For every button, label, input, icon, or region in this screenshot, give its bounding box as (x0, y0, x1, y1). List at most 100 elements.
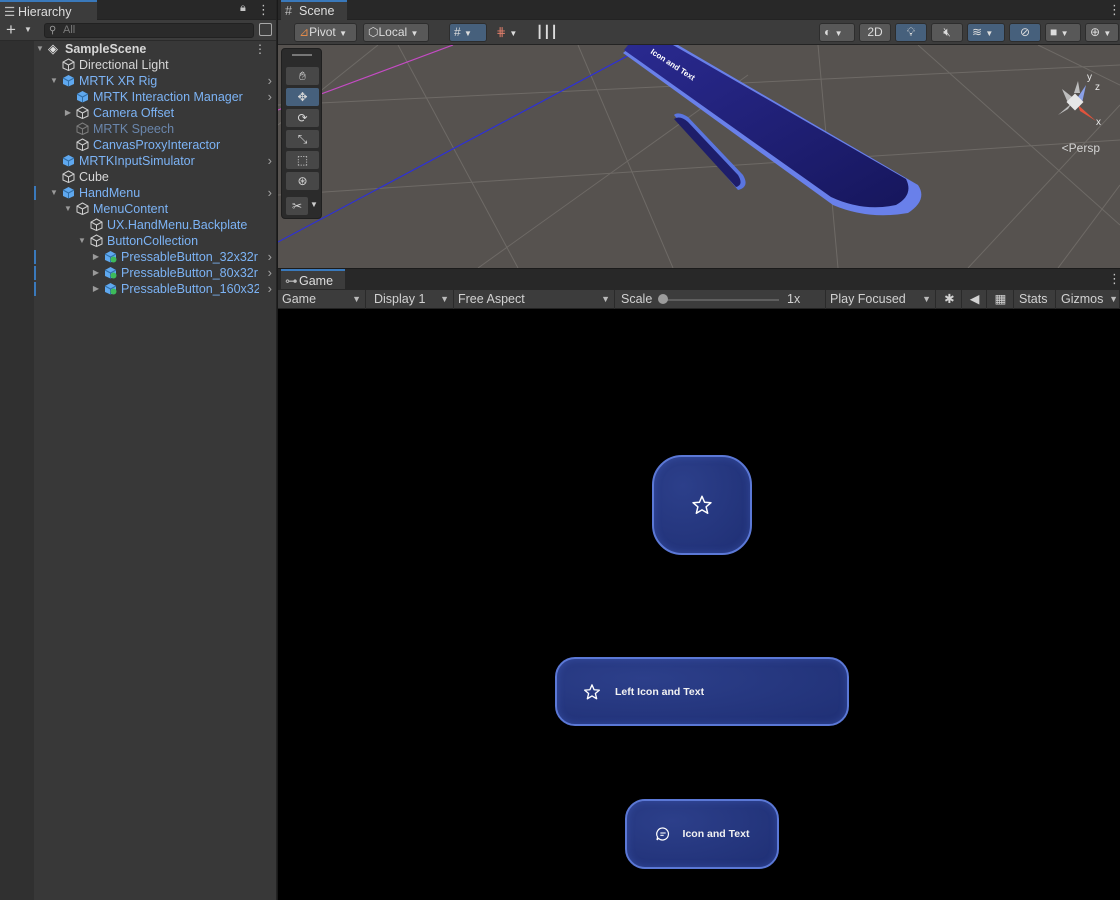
chevron-right-icon[interactable]: › (268, 153, 272, 169)
collapse-arrow-icon[interactable]: ▶ (91, 265, 101, 281)
aspect-dropdown[interactable]: Free Aspect ▼ (454, 290, 615, 309)
rect-tool-button[interactable]: ⬚ (286, 151, 319, 169)
collapse-arrow-icon[interactable]: ▶ (63, 105, 73, 121)
game-mode-dropdown[interactable]: Game ▼ (278, 290, 366, 309)
scene-root-row[interactable]: ▼ ◈ SampleScene ⋮ (0, 41, 276, 57)
axis-gizmo-icon: y z x (1058, 72, 1101, 128)
chevron-down-icon[interactable]: ▼ (24, 25, 32, 34)
chevron-down-icon: ▼ (985, 29, 994, 38)
gameobject-icon (90, 234, 103, 247)
collapse-arrow-icon[interactable]: ▶ (91, 281, 101, 297)
chevron-down-icon: ▼ (834, 29, 843, 38)
custom-tool-button[interactable]: ✂︎ (286, 197, 308, 215)
tree-item-mrtk-input-simulator[interactable]: MRTKInputSimulator › (0, 153, 276, 169)
left-icon-text-button[interactable]: Left Icon and Text (555, 657, 849, 726)
move-tool-button[interactable]: ✥ (286, 88, 319, 106)
lighting-toggle[interactable]: 💡︎ (895, 23, 927, 42)
chevron-right-icon[interactable]: › (268, 265, 272, 281)
hand-tool-button[interactable]: ✋︎ (286, 67, 319, 85)
prefab-variant-icon (104, 267, 117, 279)
tree-item-directional-light[interactable]: Directional Light (0, 57, 276, 73)
scene-visibility-icon[interactable] (259, 23, 272, 36)
chevron-down-icon[interactable]: ▼ (310, 200, 318, 209)
expand-arrow-icon[interactable]: ▼ (63, 201, 73, 217)
expand-arrow-icon[interactable]: ▼ (35, 41, 45, 57)
camera-dropdown[interactable]: ■ ▼ (1045, 23, 1081, 42)
expand-arrow-icon[interactable]: ▼ (49, 73, 59, 89)
local-dropdown[interactable]: ⬡Local ▼ (363, 23, 429, 42)
audio-toggle[interactable]: 🔇︎ (931, 23, 963, 42)
drag-handle-icon[interactable] (292, 54, 312, 56)
tree-item-mrtk-xr-rig[interactable]: ▼ MRTK XR Rig › (0, 73, 276, 89)
gizmos-dropdown[interactable]: Gizmos ▼ (1057, 290, 1120, 309)
rotate-icon: ⟳ (297, 111, 308, 125)
mode-2d-toggle[interactable]: 2D (859, 23, 891, 42)
tree-item-pressable-button-80[interactable]: ▶ PressableButton_80x32r › (0, 265, 276, 281)
scale-slider-track[interactable] (661, 299, 779, 301)
shading-dropdown[interactable]: ◐ ▼ (819, 23, 855, 42)
rotate-tool-button[interactable]: ⟳ (286, 109, 319, 127)
chevron-right-icon[interactable]: › (268, 185, 272, 201)
scene-menu-icon[interactable]: ⋮ (254, 41, 266, 57)
collapse-arrow-icon[interactable]: ▶ (91, 249, 101, 265)
display-dropdown[interactable]: Display 1 ▼ (370, 290, 454, 309)
tab-scene[interactable]: # Scene (281, 0, 347, 20)
tree-item-hand-menu[interactable]: ▼ HandMenu › (0, 185, 276, 201)
ruler-button[interactable]: ┃┃┃ (531, 23, 567, 42)
tree-item-canvas-proxy-interactor[interactable]: CanvasProxyInteractor (0, 137, 276, 153)
gameobject-icon (62, 170, 75, 183)
chevron-right-icon[interactable]: › (268, 89, 272, 105)
hidden-objects-toggle[interactable]: ⊘ (1009, 23, 1041, 42)
layers-icon: ≋ (972, 25, 983, 39)
tree-item-backplate[interactable]: UX.HandMenu.Backplate (0, 217, 276, 233)
scale-tool-button[interactable]: ⤡ (286, 130, 319, 148)
effects-dropdown[interactable]: ≋ ▼ (967, 23, 1005, 42)
stats-button[interactable]: Stats (1015, 290, 1056, 309)
chevron-right-icon[interactable]: › (268, 73, 272, 89)
tab-game[interactable]: ⊶ Game (281, 269, 345, 289)
increment-snap-button[interactable]: ⋕ ▼ (491, 23, 527, 42)
star-icon-button[interactable] (652, 455, 752, 555)
chevron-right-icon[interactable]: › (268, 249, 272, 265)
tree-item-pressable-button-32[interactable]: ▶ PressableButton_32x32r › (0, 249, 276, 265)
pivot-dropdown[interactable]: ⊿Pivot ▼ (294, 23, 357, 42)
tree-item-camera-offset[interactable]: ▶ Camera Offset (0, 105, 276, 121)
tree-item-pressable-button-160[interactable]: ▶ PressableButton_160x32 › (0, 281, 276, 297)
tab-hierarchy[interactable]: ☰ Hierarchy (0, 0, 97, 20)
button-label: Icon and Text (682, 828, 750, 840)
add-button[interactable]: + (6, 20, 16, 39)
scale-slider-handle[interactable] (658, 294, 668, 304)
orientation-gizmo[interactable]: y z x (1038, 65, 1108, 175)
tree-item-menu-content[interactable]: ▼ MenuContent (0, 201, 276, 217)
lock-icon[interactable]: 🔒︎ (240, 2, 246, 15)
play-mode-dropdown[interactable]: Play Focused ▼ (826, 290, 936, 309)
cube-icon: ⬡ (368, 25, 379, 39)
tree-item-mrtk-interaction-manager[interactable]: MRTK Interaction Manager › (0, 89, 276, 105)
icon-text-button[interactable]: Icon and Text (625, 799, 779, 869)
grid-snap-toggle[interactable]: # ▼ (449, 23, 487, 42)
tree-item-label: PressableButton_160x32 (121, 282, 259, 296)
scene-menu-icon[interactable]: ⋮ (1108, 2, 1120, 18)
tree-item-label: PressableButton_80x32r (121, 266, 258, 280)
tree-item-cube[interactable]: Cube (0, 169, 276, 185)
tool-palette: ✋︎ ✥ ⟳ ⤡ ⬚ ⊛ ✂︎ ▼ (281, 48, 322, 219)
search-input[interactable]: ⚲ All (44, 23, 254, 38)
game-panel: ⊶ Game ⋮ Game ▼ Display 1 ▼ Free Aspect ▼ Sc… (278, 268, 1120, 900)
hierarchy-menu-icon[interactable]: ⋮ (257, 2, 270, 18)
scene-viewport[interactable]: Icon and Text ✋︎ ✥ ⟳ ⤡ ⬚ ⊛ ✂︎ ▼ y z x <P… (278, 45, 1120, 268)
expand-arrow-icon[interactable]: ▼ (49, 185, 59, 201)
game-menu-icon[interactable]: ⋮ (1108, 271, 1120, 287)
mute-audio-button[interactable]: ◀︎ (963, 290, 987, 309)
game-view[interactable]: Left Icon and Text Icon and Text (278, 309, 1120, 900)
shortcuts-button[interactable]: ▦ (988, 290, 1014, 309)
tree-item-label: Directional Light (79, 58, 169, 72)
tree-item-button-collection[interactable]: ▼ ButtonCollection (0, 233, 276, 249)
gizmos-dropdown[interactable]: ⊕ ▼ (1085, 23, 1119, 42)
gameobject-icon (76, 122, 89, 135)
tree-item-mrtk-speech[interactable]: MRTK Speech (0, 121, 276, 137)
expand-arrow-icon[interactable]: ▼ (77, 233, 87, 249)
transform-tool-button[interactable]: ⊛ (286, 172, 319, 190)
projection-toggle[interactable]: <Persp (1062, 141, 1100, 155)
chevron-right-icon[interactable]: › (268, 281, 272, 297)
frame-debugger-button[interactable]: ✱ (938, 290, 962, 309)
